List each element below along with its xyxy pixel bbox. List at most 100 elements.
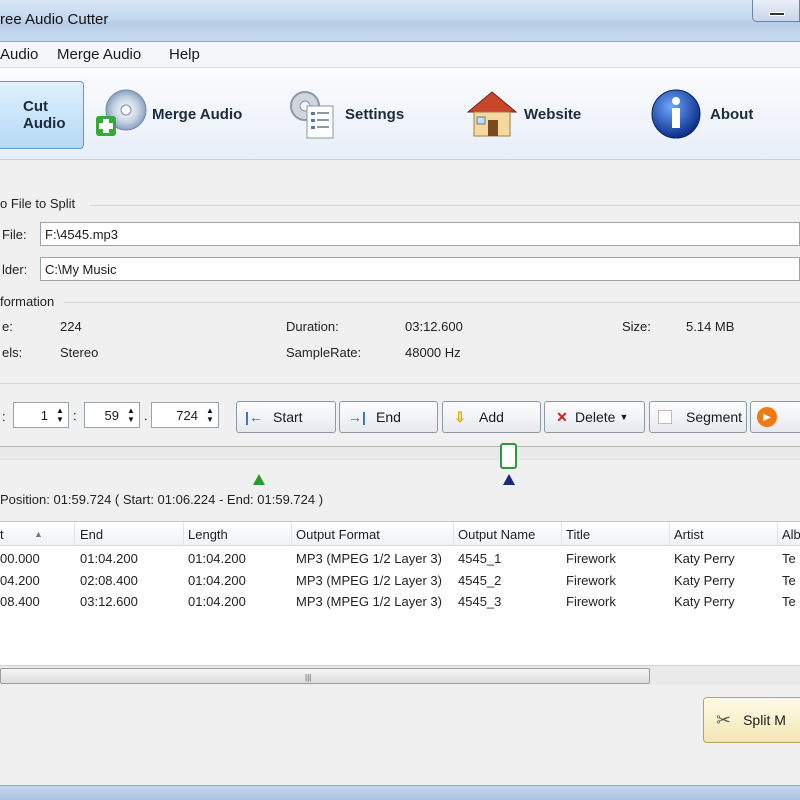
cell-artist: Katy Perry	[674, 573, 735, 588]
scrollbar-thumb[interactable]: |||	[0, 668, 650, 684]
end-marker-icon	[503, 474, 515, 485]
file-label: File:	[2, 227, 27, 242]
col-title[interactable]: Title	[566, 527, 590, 542]
add-label: Add	[479, 409, 504, 425]
menu-merge-audio[interactable]: Merge Audio	[57, 46, 141, 63]
cell-output-name: 4545_2	[458, 573, 502, 588]
column-divider	[669, 522, 670, 546]
cd-merge-icon	[92, 86, 148, 142]
col-output-format[interactable]: Output Format	[296, 527, 380, 542]
cell-start: 08.400	[0, 594, 40, 609]
minutes-value: 1	[40, 408, 48, 423]
sort-asc-icon: ▲	[34, 529, 43, 539]
time-separator-dot: .	[144, 408, 148, 423]
file-section-heading: o File to Split	[0, 196, 76, 211]
col-artist[interactable]: Artist	[674, 527, 704, 542]
split-button[interactable]: ✂ Split M	[703, 697, 800, 743]
merge-audio-label: Merge Audio	[152, 105, 243, 123]
cell-length: 01:04.200	[188, 594, 246, 609]
column-divider	[777, 522, 778, 546]
start-button[interactable]: |← Start	[236, 401, 336, 433]
output-folder-field[interactable]: C:\My Music	[40, 257, 800, 281]
seconds-spinner[interactable]: 59 ▲ ▼	[84, 402, 140, 428]
controls-divider	[0, 383, 800, 384]
cell-output-name: 4545_3	[458, 594, 502, 609]
spinner-arrows-icon[interactable]: ▲ ▼	[126, 406, 136, 424]
column-divider	[561, 522, 562, 546]
source-file-field[interactable]: F:\4545.mp3	[40, 222, 800, 246]
info-icon	[650, 86, 706, 142]
settings-button[interactable]: Settings	[285, 80, 404, 148]
col-end[interactable]: End	[80, 527, 103, 542]
cell-end: 03:12.600	[80, 594, 138, 609]
dropdown-arrow-icon: ▼	[619, 412, 629, 422]
column-divider	[291, 522, 292, 546]
col-output-name[interactable]: Output Name	[458, 527, 535, 542]
column-divider	[74, 522, 75, 546]
info-group-divider	[64, 302, 800, 303]
timeline-slider-thumb[interactable]	[500, 443, 517, 469]
about-button[interactable]: About	[650, 80, 753, 148]
cut-audio-button[interactable]: Cut Audio	[0, 81, 84, 149]
add-button[interactable]: ⇩ Add	[442, 401, 541, 433]
horizontal-scrollbar[interactable]: |||	[0, 665, 800, 685]
duration-label: Duration:	[286, 319, 339, 334]
info-section-heading: formation	[0, 294, 55, 309]
samplerate-value: 48000 Hz	[405, 345, 461, 360]
end-button[interactable]: →| End	[339, 401, 438, 433]
title-bar: ree Audio Cutter	[0, 0, 800, 42]
delete-x-icon: ✕	[556, 408, 568, 425]
time-separator-colon: :	[73, 408, 77, 423]
duration-value: 03:12.600	[405, 319, 463, 334]
col-length[interactable]: Length	[188, 527, 228, 542]
settings-gear-icon	[285, 86, 341, 142]
minimize-icon	[769, 12, 785, 16]
play-button[interactable]: ▶	[750, 401, 800, 433]
column-divider	[183, 522, 184, 546]
segment-button[interactable]: Segment	[649, 401, 747, 433]
milliseconds-value: 724	[176, 408, 198, 423]
set-start-icon: |←	[245, 409, 263, 425]
size-label: Size:	[622, 319, 651, 334]
position-timeline[interactable]	[0, 446, 800, 460]
cell-output-format: MP3 (MPEG 1/2 Layer 3)	[296, 594, 442, 609]
samplerate-label: SampleRate:	[286, 345, 362, 360]
delete-button[interactable]: ✕ Delete ▼	[544, 401, 645, 433]
menu-audio[interactable]: Audio	[0, 46, 38, 63]
cut-audio-label: Cut Audio	[23, 98, 66, 132]
cell-end: 01:04.200	[80, 551, 138, 566]
spinner-arrows-icon[interactable]: ▲ ▼	[55, 406, 65, 424]
cell-album: Te	[782, 594, 796, 609]
spinner-arrows-icon[interactable]: ▲ ▼	[205, 406, 215, 424]
play-icon: ▶	[757, 407, 777, 427]
cell-length: 01:04.200	[188, 551, 246, 566]
website-label: Website	[524, 105, 582, 123]
menu-help[interactable]: Help	[169, 46, 200, 63]
bitrate-value: 224	[60, 319, 82, 334]
cell-album: Te	[782, 551, 796, 566]
merge-audio-button[interactable]: Merge Audio	[92, 80, 242, 148]
scrollbar-grip-icon: |||	[305, 673, 312, 682]
minimize-button[interactable]	[752, 0, 800, 22]
col-start[interactable]: t	[0, 527, 4, 542]
cell-start: 04.200	[0, 573, 40, 588]
milliseconds-spinner[interactable]: 724 ▲ ▼	[151, 402, 219, 428]
bottom-panel	[0, 685, 800, 785]
segment-label: Segment	[686, 409, 743, 425]
cell-artist: Katy Perry	[674, 551, 735, 566]
main-toolbar: Cut Audio Merge Audio Settings Website A…	[0, 68, 800, 160]
minutes-spinner[interactable]: 1 ▲ ▼	[13, 402, 69, 428]
cell-output-format: MP3 (MPEG 1/2 Layer 3)	[296, 551, 442, 566]
cell-album: Te	[782, 573, 796, 588]
column-divider	[453, 522, 454, 546]
cell-title: Firework	[566, 551, 616, 566]
start-marker-icon	[253, 474, 265, 485]
cell-output-name: 4545_1	[458, 551, 502, 566]
channels-value: Stereo	[60, 345, 99, 360]
col-album[interactable]: Alb	[782, 527, 800, 542]
website-button[interactable]: Website	[464, 80, 581, 148]
set-end-icon: →|	[348, 409, 366, 425]
position-readout: Position: 01:59.724 ( Start: 01:06.224 -…	[0, 492, 324, 507]
table-header: t ▲ End Length Output Format Output Name…	[0, 522, 800, 546]
house-icon	[464, 86, 520, 142]
